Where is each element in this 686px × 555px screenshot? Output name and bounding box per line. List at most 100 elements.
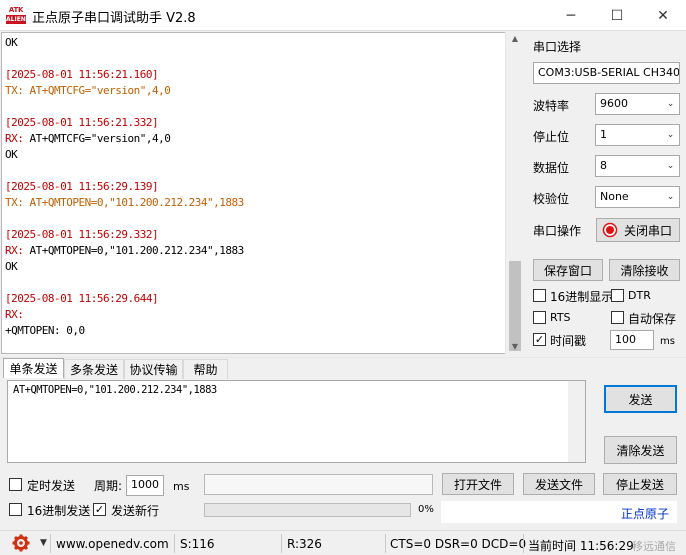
- tab-label: 多条发送: [69, 363, 118, 377]
- stop-bits-label: 停止位: [533, 130, 570, 144]
- close-port-button[interactable]: 关闭串口: [596, 218, 680, 242]
- close-icon: ✕: [657, 7, 669, 24]
- send-button[interactable]: 发送: [604, 385, 677, 413]
- send-file-button[interactable]: 发送文件: [523, 473, 595, 495]
- timestamp-label: 时间戳: [550, 334, 587, 348]
- hex-send-checkbox[interactable]: [9, 503, 22, 516]
- send-file-label: 发送文件: [534, 477, 583, 492]
- status-bar: ▼ www.openedv.com S:116 R:326 CTS=0 DSR=…: [0, 530, 686, 555]
- log-line: [2025-08-01 11:56:29.644]: [5, 292, 159, 305]
- send-textarea[interactable]: AT+QMTOPEN=0,"101.200.212.234",1883: [7, 380, 586, 463]
- current-time: 当前时间 11:56:29: [528, 539, 634, 553]
- hex-display-checkbox[interactable]: [533, 289, 546, 302]
- open-file-button[interactable]: 打开文件: [442, 473, 514, 495]
- status-separator: [50, 534, 51, 553]
- stop-send-button[interactable]: 停止发送: [603, 473, 677, 495]
- dtr-label: DTR: [628, 289, 651, 302]
- gear-icon[interactable]: [12, 534, 30, 552]
- website-url[interactable]: www.openedv.com: [56, 537, 169, 551]
- port-operation-label: 串口操作: [533, 224, 582, 238]
- timestamp-input[interactable]: 100: [610, 330, 654, 350]
- tab-single-send[interactable]: 单条发送: [3, 358, 64, 378]
- period-input[interactable]: 1000: [126, 475, 164, 496]
- auto-save-checkbox[interactable]: [611, 311, 624, 324]
- log-line: RX: AT+QMTCFG="version",4,0: [5, 131, 505, 147]
- log-direction-prefix: TX:: [5, 196, 24, 209]
- file-path-field[interactable]: [204, 474, 433, 495]
- receive-log[interactable]: OK [2025-08-01 11:56:21.160] TX: AT+QMTCFG…: [1, 32, 523, 354]
- scroll-up-icon[interactable]: ▲: [506, 32, 524, 46]
- send-scrollbar[interactable]: [568, 381, 585, 462]
- rts-label: RTS: [550, 311, 571, 324]
- clear-receive-button[interactable]: 清除接收: [609, 259, 680, 281]
- data-bits-value: 8: [600, 159, 607, 172]
- period-value: 1000: [131, 478, 159, 491]
- settings-dropdown-icon[interactable]: ▼: [40, 538, 47, 548]
- maximize-button[interactable]: ☐: [594, 0, 640, 31]
- baud-label: 波特率: [533, 99, 570, 113]
- received-count: R:326: [287, 537, 322, 551]
- newline-checkbox[interactable]: ✓: [93, 503, 106, 516]
- sent-count: S:116: [180, 537, 215, 551]
- save-window-button[interactable]: 保存窗口: [533, 259, 603, 281]
- hex-send-label: 16进制发送: [27, 504, 91, 518]
- hex-display-label: 16进制显示: [550, 290, 614, 304]
- tab-help[interactable]: 帮助: [183, 359, 228, 379]
- chevron-down-icon: ⌄: [666, 99, 675, 109]
- tab-label: 单条发送: [9, 362, 58, 376]
- baud-value: 9600: [600, 97, 628, 110]
- chevron-down-icon: ⌄: [666, 68, 675, 78]
- tab-label: 帮助: [193, 363, 218, 377]
- save-window-label: 保存窗口: [543, 263, 592, 278]
- dtr-checkbox[interactable]: [611, 289, 624, 302]
- send-text: AT+QMTOPEN=0,"101.200.212.234",1883: [13, 384, 217, 396]
- app-logo: ATK ALIENTEK: [6, 6, 39, 24]
- minimize-button[interactable]: ─: [548, 0, 594, 31]
- log-direction-prefix: RX:: [5, 308, 24, 321]
- brand-link[interactable]: 正点原子: [621, 505, 669, 522]
- chevron-down-icon: ⌄: [666, 161, 675, 171]
- clear-send-button[interactable]: 清除发送: [604, 436, 677, 464]
- timestamp-value: 100: [615, 333, 636, 346]
- log-line: RX: AT+QMTOPEN=0,"101.200.212.234",1883: [5, 243, 505, 259]
- timed-send-checkbox[interactable]: [9, 478, 22, 491]
- maximize-icon: ☐: [610, 7, 624, 24]
- close-port-label: 关闭串口: [624, 223, 673, 238]
- log-line: [2025-08-01 11:56:29.139]: [5, 180, 159, 193]
- logo-bottom-text: ALIENTEK: [6, 15, 39, 24]
- close-window-button[interactable]: ✕: [640, 0, 686, 31]
- log-line: OK: [5, 260, 18, 273]
- scrollbar-thumb[interactable]: [509, 261, 521, 351]
- tab-multi-send[interactable]: 多条发送: [64, 359, 124, 379]
- data-bits-select[interactable]: 8 ⌄: [595, 155, 680, 177]
- log-direction-prefix: RX:: [5, 132, 24, 145]
- send-label: 发送: [628, 392, 653, 407]
- period-unit: ms: [173, 480, 190, 493]
- stop-bits-select[interactable]: 1 ⌄: [595, 124, 680, 146]
- status-separator: [385, 534, 386, 553]
- scroll-down-icon[interactable]: ▼: [506, 340, 524, 354]
- log-line-text: AT+QMTOPEN=0,"101.200.212.234",1883: [23, 196, 244, 209]
- timestamp-checkbox[interactable]: ✓: [533, 333, 546, 346]
- log-direction-prefix: TX:: [5, 84, 24, 97]
- log-line-text: AT+QMTOPEN=0,"101.200.212.234",1883: [23, 244, 244, 257]
- tab-protocol[interactable]: 协议传输: [124, 359, 183, 379]
- baud-select[interactable]: 9600 ⌄: [595, 93, 680, 115]
- status-separator: [174, 534, 175, 553]
- brand-link-panel: 正点原子: [441, 501, 677, 523]
- port-select[interactable]: COM3:USB-SERIAL CH340 ⌄: [533, 62, 680, 84]
- receive-log-scrollbar[interactable]: ▲ ▼: [505, 32, 523, 354]
- log-line-text: AT+QMTCFG="version",4,0: [23, 84, 171, 97]
- log-line: OK: [5, 36, 18, 49]
- clear-send-label: 清除发送: [616, 443, 665, 458]
- parity-select[interactable]: None ⌄: [595, 186, 680, 208]
- line-status: CTS=0 DSR=0 DCD=0: [390, 537, 527, 551]
- receive-log-content: OK [2025-08-01 11:56:21.160] TX: AT+QMTCFG…: [5, 35, 505, 339]
- stop-bits-value: 1: [600, 128, 607, 141]
- rts-checkbox[interactable]: [533, 311, 546, 324]
- period-label: 周期:: [94, 479, 123, 493]
- port-status-icon: [602, 222, 618, 238]
